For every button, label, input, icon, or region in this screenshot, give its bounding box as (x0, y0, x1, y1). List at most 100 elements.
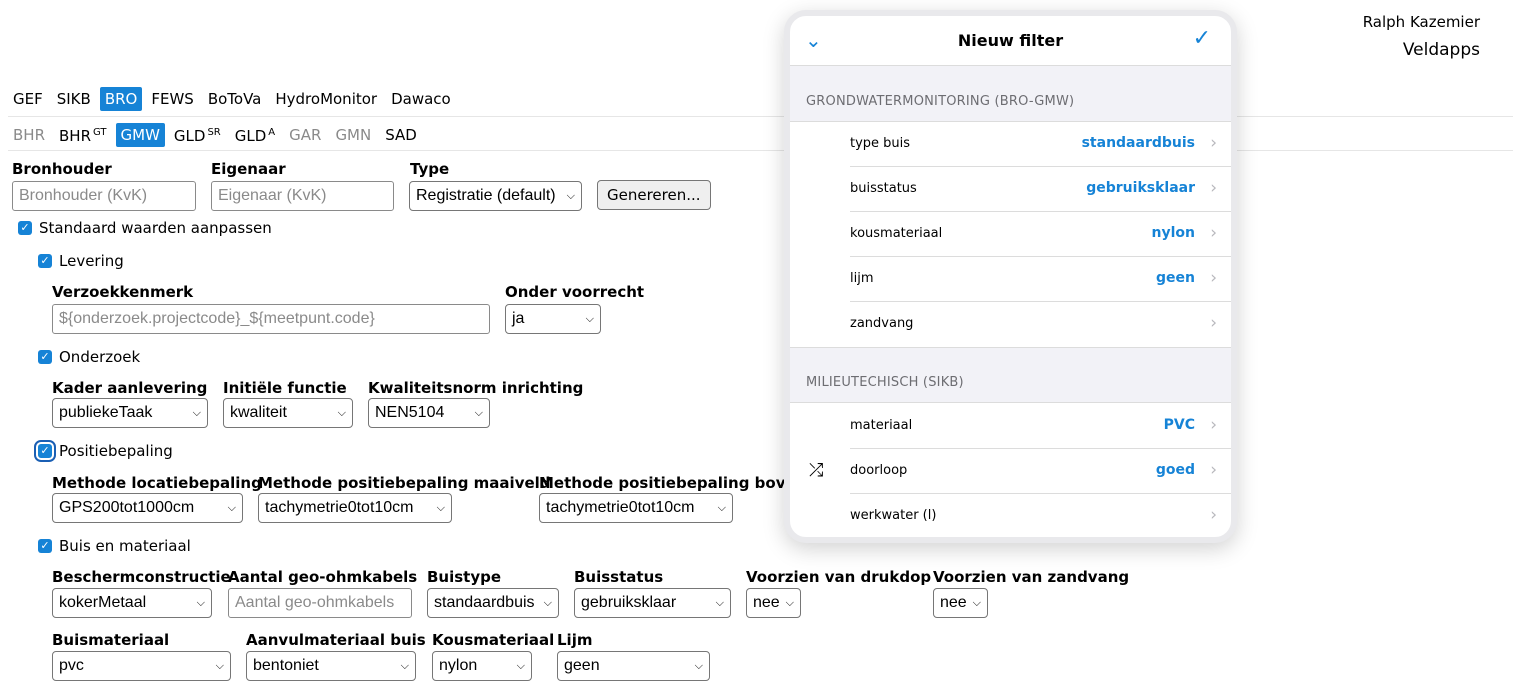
tab-fews[interactable]: FEWS (146, 87, 198, 111)
standard-values-checkbox[interactable]: ✓ Standaard waarden aanpassen (18, 219, 272, 237)
group-gmw-rows: type buis standaardbuis › buisstatus geb… (790, 122, 1231, 347)
lijm-label: Lijm (557, 631, 593, 649)
verzoekkenmerk-input[interactable]: ${onderzoek.projectcode}_${meetpunt.code… (52, 304, 490, 334)
kous-label: Kousmateriaal (432, 631, 555, 649)
chevron-down-icon: ⌵ (337, 407, 346, 419)
buis-checkbox[interactable]: ✓ Buis en materiaal (38, 537, 191, 555)
norm-label: Kwaliteitsnorm inrichting (368, 379, 584, 397)
tab-gmn[interactable]: GMN (330, 123, 376, 147)
drukdop-select[interactable]: nee ⌵ (746, 588, 801, 618)
buistype-select[interactable]: standaardbuis ⌵ (427, 588, 559, 618)
tab-sikb[interactable]: SIKB (52, 87, 96, 111)
eigenaar-input[interactable]: Eigenaar (KvK) (211, 181, 394, 211)
buismat-label: Buismateriaal (52, 631, 170, 649)
chevron-down-icon: ⌵ (196, 597, 205, 609)
filter-row[interactable]: buisstatus gebruiksklaar › (790, 167, 1231, 212)
eigenaar-label: Eigenaar (211, 160, 286, 178)
chevron-down-icon: ⌵ (400, 660, 409, 672)
popover-title: Nieuw filter (957, 31, 1064, 50)
functie-label: Initiële functie (223, 379, 347, 397)
app-name: Veldapps (1402, 40, 1480, 60)
checkmark-icon: ✓ (34, 440, 56, 462)
tab-sad[interactable]: SAD (380, 123, 422, 147)
filter-row[interactable]: ⤮ doorloop goed › (790, 449, 1231, 494)
maaiveld-select[interactable]: tachymetrie0tot10cm ⌵ (258, 493, 452, 523)
group-header-gmw: GRONDWATERMONITORING (BRO-GMW) (790, 66, 1231, 122)
locatie-select[interactable]: GPS200tot1000cm ⌵ (52, 493, 243, 523)
type-select[interactable]: Registratie (default) ⌵ (409, 181, 582, 211)
tab-hydromonitor[interactable]: HydroMonitor (270, 87, 382, 111)
filter-row[interactable]: lijm geen › (790, 257, 1231, 302)
bronhouder-label: Bronhouder (12, 160, 112, 178)
drukdop-label: Voorzien van drukdop (746, 568, 932, 586)
levering-checkbox[interactable]: ✓ Levering (38, 252, 124, 270)
sub-tabs: BHR BHR GT GMW GLD SR GLD A GAR GMN SAD (8, 121, 426, 148)
tab-gld-a[interactable]: GLD A (230, 121, 280, 148)
chevron-right-icon: › (1210, 133, 1217, 153)
filter-row[interactable]: zandvang › (790, 302, 1231, 347)
generate-button[interactable]: Genereren... (597, 180, 711, 210)
maaiveld-label: Methode positiebepaling maaiveld (258, 474, 551, 492)
type-label: Type (410, 160, 450, 178)
checkmark-icon: ✓ (38, 350, 52, 364)
voorrecht-select[interactable]: ja ⌵ (505, 304, 601, 334)
verzoek-label: Verzoekkenmerk (52, 283, 194, 301)
confirm-check-icon[interactable]: ✓ (1193, 26, 1211, 51)
bescherm-select[interactable]: kokerMetaal ⌵ (52, 588, 212, 618)
tab-botova[interactable]: BoToVa (203, 87, 267, 111)
group-sikb-rows: materiaal PVC › ⤮ doorloop goed › werkwa… (790, 404, 1231, 537)
locatie-label: Methode locatiebepaling (52, 474, 262, 492)
bescherm-label: Beschermconstructie (52, 568, 231, 586)
main-tabs: GEF SIKB BRO FEWS BoToVa HydroMonitor Da… (8, 87, 460, 111)
chevron-right-icon: › (1210, 223, 1217, 243)
buismat-select[interactable]: pvc ⌵ (52, 651, 231, 681)
user-name: Ralph Kazemier (1362, 13, 1480, 31)
chevron-right-icon: › (1210, 415, 1217, 435)
onderzoek-checkbox[interactable]: ✓ Onderzoek (38, 348, 140, 366)
chevron-down-icon: ⌵ (566, 190, 575, 202)
lijm-select[interactable]: geen ⌵ (557, 651, 710, 681)
chevron-right-icon: › (1210, 460, 1217, 480)
chevron-down-icon: ⌵ (717, 502, 726, 514)
zandvang-select[interactable]: nee ⌵ (933, 588, 988, 618)
new-filter-popover: ⌄ Nieuw filter ✓ GRONDWATERMONITORING (B… (784, 10, 1237, 543)
chevron-down-icon: ⌵ (215, 660, 224, 672)
checkmark-icon: ✓ (18, 221, 32, 235)
tab-gmw[interactable]: GMW (115, 122, 165, 147)
chevron-down-icon: ⌵ (694, 660, 703, 672)
kous-select[interactable]: nylon ⌵ (432, 651, 532, 681)
tab-bhr[interactable]: BHR (8, 123, 50, 147)
kader-select[interactable]: publiekeTaak ⌵ (52, 398, 208, 428)
divider (8, 116, 1513, 117)
chevron-down-icon: ⌵ (585, 313, 594, 325)
tab-gar[interactable]: GAR (284, 123, 326, 147)
popover-header: ⌄ Nieuw filter ✓ (790, 16, 1231, 66)
positie-checkbox[interactable]: ✓ Positiebepaling (34, 440, 173, 462)
chevron-down-icon: ⌵ (785, 597, 794, 609)
ohm-input[interactable]: Aantal geo-ohmkabels (228, 588, 412, 618)
shuffle-icon: ⤮ (809, 460, 824, 481)
tab-gef[interactable]: GEF (8, 87, 48, 111)
chevron-right-icon: › (1210, 313, 1217, 333)
aanvul-label: Aanvulmateriaal buis (246, 631, 426, 649)
kader-label: Kader aanlevering (52, 379, 208, 397)
filter-row[interactable]: werkwater (l) › (790, 494, 1231, 537)
filter-row[interactable]: kousmateriaal nylon › (790, 212, 1231, 257)
bovenkant-select[interactable]: tachymetrie0tot10cm ⌵ (539, 493, 733, 523)
buisstatus-select[interactable]: gebruiksklaar ⌵ (574, 588, 731, 618)
norm-select[interactable]: NEN5104 ⌵ (368, 398, 490, 428)
bronhouder-input[interactable]: Bronhouder (KvK) (12, 181, 196, 211)
functie-select[interactable]: kwaliteit ⌵ (223, 398, 353, 428)
tab-bhr-gt[interactable]: BHR GT (54, 121, 112, 148)
chevron-down-icon: ⌵ (474, 407, 483, 419)
chevron-down-icon: ⌵ (227, 502, 236, 514)
filter-row[interactable]: type buis standaardbuis › (790, 122, 1231, 167)
tab-gld-sr[interactable]: GLD SR (169, 121, 226, 148)
checkmark-icon: ✓ (38, 254, 52, 268)
filter-row[interactable]: materiaal PVC › (790, 404, 1231, 449)
zandvang-label: Voorzien van zandvang (933, 568, 1130, 586)
aanvul-select[interactable]: bentoniet ⌵ (246, 651, 416, 681)
chevron-down-icon: ⌵ (436, 502, 445, 514)
tab-bro[interactable]: BRO (99, 87, 143, 111)
tab-dawaco[interactable]: Dawaco (386, 87, 456, 111)
